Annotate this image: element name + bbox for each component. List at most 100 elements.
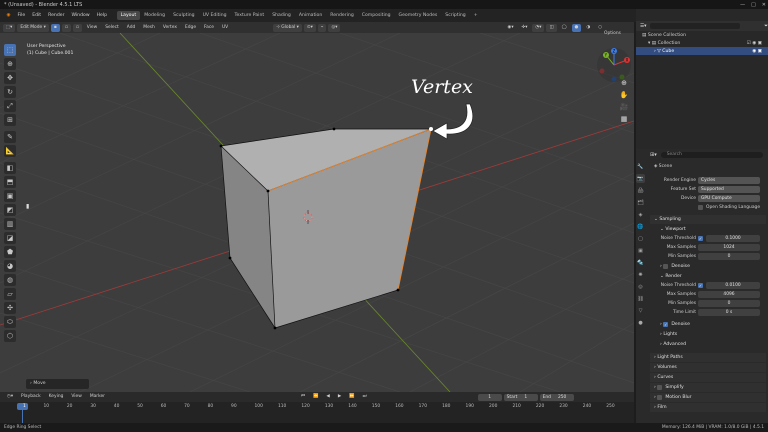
menu-view[interactable]: View xyxy=(84,24,100,32)
menu-marker[interactable]: Marker xyxy=(87,393,108,401)
blender-logo-icon[interactable]: ◉ xyxy=(3,13,14,18)
pan-hand-icon[interactable]: ✋ xyxy=(619,90,629,100)
play-icon[interactable]: ▶ xyxy=(335,393,344,401)
viewport-noise-field[interactable]: 0.1000 xyxy=(706,235,760,243)
outliner-search-input[interactable] xyxy=(650,23,741,29)
frame-ruler[interactable]: 1 10 20 30 40 50 60 70 80 90 100 110 120 130 140 150 160… xyxy=(0,403,634,412)
render-noise-field[interactable]: 0.0100 xyxy=(706,282,760,290)
menu-add[interactable]: Add xyxy=(124,24,139,32)
transform-tool-icon[interactable]: ⊞ xyxy=(4,114,16,126)
physics-tab-icon[interactable]: ◎ xyxy=(636,282,645,291)
face-select-mode-icon[interactable]: ▫ xyxy=(72,23,82,32)
minimize-icon[interactable]: — xyxy=(740,2,745,8)
film-panel-header[interactable]: › Film xyxy=(650,402,766,412)
render-min-field[interactable]: 0 xyxy=(698,299,760,307)
menu-render[interactable]: Render xyxy=(45,13,68,18)
tab-sculpting[interactable]: Sculpting xyxy=(169,11,198,20)
current-frame-field[interactable]: 1 xyxy=(477,393,502,401)
tab-modeling[interactable]: Modeling xyxy=(140,11,169,20)
properties-editor-icon[interactable]: ⊞▾ xyxy=(650,152,657,158)
jump-keyframe-back-icon[interactable]: ⏪ xyxy=(310,393,321,401)
move-tool-icon[interactable]: ✥ xyxy=(4,72,16,84)
menu-playback[interactable]: Playback xyxy=(18,393,44,401)
light-paths-panel-header[interactable]: › Light Paths xyxy=(650,352,766,362)
snap-icon[interactable]: ⌁ xyxy=(317,23,327,32)
start-frame-field[interactable]: Start 1 xyxy=(503,393,538,401)
menu-file[interactable]: File xyxy=(14,13,29,18)
tab-uv-editing[interactable]: UV Editing xyxy=(199,11,231,20)
gizmo-toggle-icon[interactable]: ✣▾ xyxy=(519,24,531,32)
add-workspace-button[interactable]: + xyxy=(470,11,482,20)
mode-selector[interactable]: Edit Mode ▾ xyxy=(17,23,49,32)
vertex-select-mode-icon[interactable]: ▪ xyxy=(50,23,60,32)
viewport-denoise-header[interactable]: › Denoise xyxy=(650,262,766,271)
render-tab-icon[interactable]: 📷 xyxy=(636,174,645,183)
volumes-panel-header[interactable]: › Volumes xyxy=(650,362,766,372)
simplify-panel-header[interactable]: › Simplify xyxy=(650,382,766,392)
scene-tab-icon[interactable]: ◈ xyxy=(636,210,645,219)
advanced-subpanel-header[interactable]: › Advanced xyxy=(650,340,766,349)
pivot-icon[interactable]: ⊙▾ xyxy=(303,23,316,32)
rotate-tool-icon[interactable]: ↻ xyxy=(4,86,16,98)
smooth-tool-icon[interactable]: ◍ xyxy=(4,274,16,286)
spin-tool-icon[interactable]: ◕ xyxy=(4,260,16,272)
menu-uv[interactable]: UV xyxy=(219,24,231,32)
menu-help[interactable]: Help xyxy=(93,13,110,18)
shear-tool-icon[interactable]: ⬭ xyxy=(4,316,16,328)
xray-icon[interactable]: ◫ xyxy=(546,23,557,32)
menu-mesh[interactable]: Mesh xyxy=(140,24,158,32)
sidebar-toggle-icon[interactable]: ▮ xyxy=(26,203,29,210)
motion-blur-checkbox[interactable] xyxy=(657,394,663,400)
inset-tool-icon[interactable]: ▣ xyxy=(4,190,16,202)
add-cube-tool-icon[interactable]: ◧ xyxy=(4,162,16,174)
proportional-edit-icon[interactable]: ◎▾ xyxy=(328,23,341,32)
jump-end-icon[interactable]: ⏭ xyxy=(360,393,370,401)
loop-cut-tool-icon[interactable]: ▥ xyxy=(4,218,16,230)
render-noise-checkbox[interactable]: ✓ xyxy=(698,283,703,289)
motion-blur-panel-header[interactable]: › Motion Blur xyxy=(650,392,766,402)
zoom-icon[interactable]: ⊕ xyxy=(619,78,629,88)
tab-animation[interactable]: Animation xyxy=(295,11,326,20)
viewport-max-field[interactable]: 1024 xyxy=(698,244,760,252)
time-limit-field[interactable]: 0 s xyxy=(698,308,760,316)
timeline-editor-icon[interactable]: ◷▾ xyxy=(4,393,16,401)
end-frame-field[interactable]: End 250 xyxy=(539,393,574,401)
play-reverse-icon[interactable]: ◀ xyxy=(323,393,332,401)
extrude-tool-icon[interactable]: ⬒ xyxy=(4,176,16,188)
tab-texture-paint[interactable]: Texture Paint xyxy=(231,11,269,20)
output-tab-icon[interactable]: 🖨 xyxy=(636,186,645,195)
simplify-checkbox[interactable] xyxy=(657,384,663,390)
shrink-fatten-tool-icon[interactable]: ✣ xyxy=(4,302,16,314)
tab-geometry-nodes[interactable]: Geometry Nodes xyxy=(395,11,442,20)
osl-row[interactable]: Open Shading Language xyxy=(650,203,766,212)
select-box-tool-icon[interactable]: ⬚ xyxy=(4,44,16,56)
device-dropdown[interactable]: GPU Compute xyxy=(698,194,760,202)
menu-vertex[interactable]: Vertex xyxy=(160,24,180,32)
transform-orientation-dropdown[interactable]: ⊹ Global ▾ xyxy=(273,23,302,32)
tab-layout[interactable]: Layout xyxy=(116,11,141,20)
menu-timeline-view[interactable]: View xyxy=(68,393,84,401)
bevel-tool-icon[interactable]: ◩ xyxy=(4,204,16,216)
editor-type-icon[interactable]: ⬚▾ xyxy=(3,23,16,32)
cursor-tool-icon[interactable]: ⊕ xyxy=(4,58,16,70)
menu-face[interactable]: Face xyxy=(201,24,217,32)
menu-select[interactable]: Select xyxy=(102,24,122,32)
outliner-row-collection[interactable]: ▾ ▤ Collection ☑ ◉ ▣ xyxy=(636,39,768,47)
render-engine-dropdown[interactable]: Cycles xyxy=(698,176,760,184)
outliner-row-scene-collection[interactable]: ▤ Scene Collection xyxy=(636,31,768,39)
rip-tool-icon[interactable]: ⬡ xyxy=(4,330,16,342)
edge-select-mode-icon[interactable]: ▫ xyxy=(61,23,71,32)
menu-window[interactable]: Window xyxy=(68,13,93,18)
sampling-panel-header[interactable]: ⌄ Sampling xyxy=(650,215,766,225)
shading-solid-icon[interactable]: ● xyxy=(571,23,582,32)
options-button[interactable]: Options xyxy=(604,31,621,36)
tab-rendering[interactable]: Rendering xyxy=(326,11,357,20)
feature-set-dropdown[interactable]: Supported xyxy=(698,185,760,193)
shading-wireframe-icon[interactable]: ◯ xyxy=(559,24,570,32)
close-icon[interactable]: ✕ xyxy=(762,2,766,8)
scale-tool-icon[interactable]: ⤢ xyxy=(4,100,16,112)
osl-checkbox[interactable] xyxy=(698,204,703,210)
properties-search-input[interactable]: Search xyxy=(660,151,763,158)
tab-compositing[interactable]: Compositing xyxy=(358,11,395,20)
collection-tab-icon[interactable]: ▢ xyxy=(636,234,645,243)
